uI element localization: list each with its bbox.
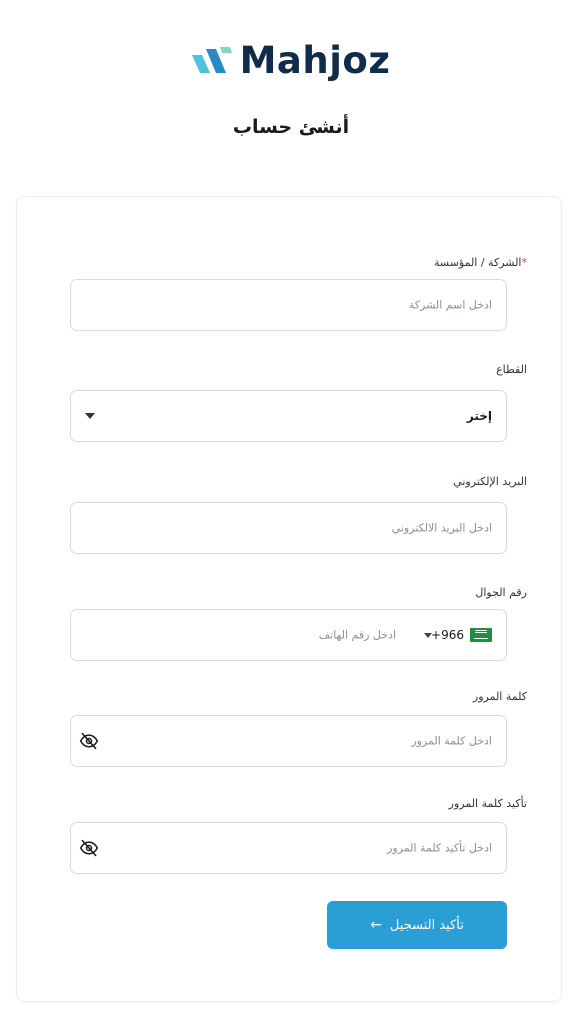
phone-placeholder: ادخل رقم الهاتف [318, 628, 396, 642]
sector-selected-value: إختر [466, 409, 492, 423]
company-label: *الشركة / المؤسسة [433, 256, 528, 269]
confirm-password-input[interactable]: ادخل تأكيد كلمة المرور [70, 822, 507, 874]
email-placeholder: ادخل البريد الالكتروني [391, 521, 492, 535]
eye-slash-icon[interactable] [79, 731, 99, 751]
phone-input[interactable]: +966 ادخل رقم الهاتف [70, 609, 507, 661]
password-input[interactable]: ادخل كلمة المرور [70, 715, 507, 767]
confirm-password-label: تأكيد كلمة المرور [448, 797, 527, 810]
company-placeholder: ادخل اسم الشركة [408, 298, 492, 312]
brand-logo: Mahjoz [0, 36, 582, 84]
email-label: البريد الإلكتروني [453, 475, 527, 488]
password-label: كلمة المرور [472, 690, 527, 703]
required-mark: * [521, 256, 528, 269]
company-input[interactable]: ادخل اسم الشركة [70, 279, 507, 331]
email-input[interactable]: ادخل البريد الالكتروني [70, 502, 507, 554]
saudi-flag-icon[interactable] [470, 628, 492, 642]
country-code[interactable]: +966 [431, 628, 464, 642]
page-title: أنشئ حساب [232, 116, 350, 138]
arrow-left-icon: ← [370, 917, 382, 933]
sector-label: القطاع [496, 363, 527, 376]
phone-label: رقم الجوال [475, 586, 527, 599]
brand-name: Mahjoz [239, 38, 391, 82]
country-code-caret-icon[interactable] [424, 633, 432, 638]
sector-select[interactable]: إختر [70, 390, 507, 442]
eye-slash-icon[interactable] [79, 838, 99, 858]
confirm-password-placeholder: ادخل تأكيد كلمة المرور [387, 841, 492, 855]
submit-button[interactable]: تأكيد التسجيل ← [327, 901, 507, 949]
password-placeholder: ادخل كلمة المرور [411, 734, 492, 748]
logo-mark-icon [191, 47, 232, 73]
submit-label: تأكيد التسجيل [389, 917, 464, 933]
caret-down-icon [85, 413, 95, 419]
